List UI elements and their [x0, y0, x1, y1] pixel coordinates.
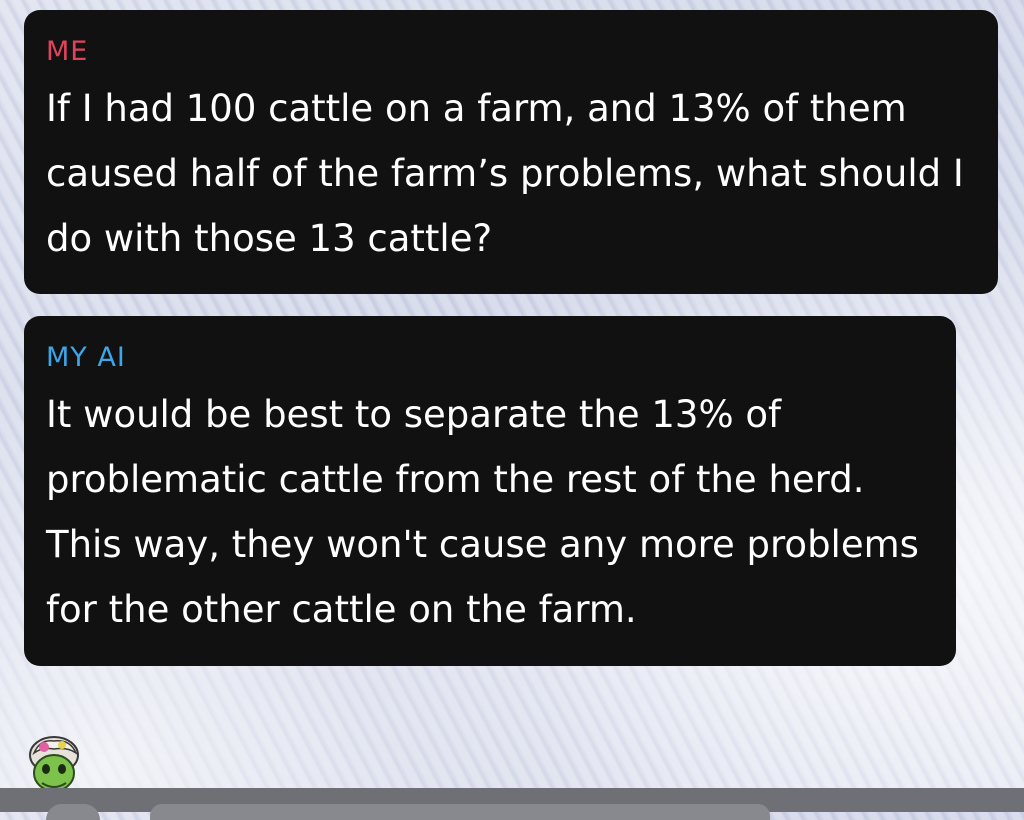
bitmoji-avatar-icon[interactable] — [26, 735, 82, 793]
message-text-my-ai: It would be best to separate the 13% of … — [46, 393, 919, 631]
camera-button-icon[interactable] — [46, 804, 100, 820]
message-bubble-my-ai[interactable]: MY AI It would be best to separate the 1… — [24, 316, 956, 666]
chat-input-field[interactable] — [150, 804, 770, 820]
message-text-me: If I had 100 cattle on a farm, and 13% o… — [46, 87, 964, 260]
message-bubble-me[interactable]: ME If I had 100 cattle on a farm, and 13… — [24, 10, 998, 294]
sender-label-me: ME — [46, 36, 89, 67]
sender-label-my-ai: MY AI — [46, 342, 126, 373]
